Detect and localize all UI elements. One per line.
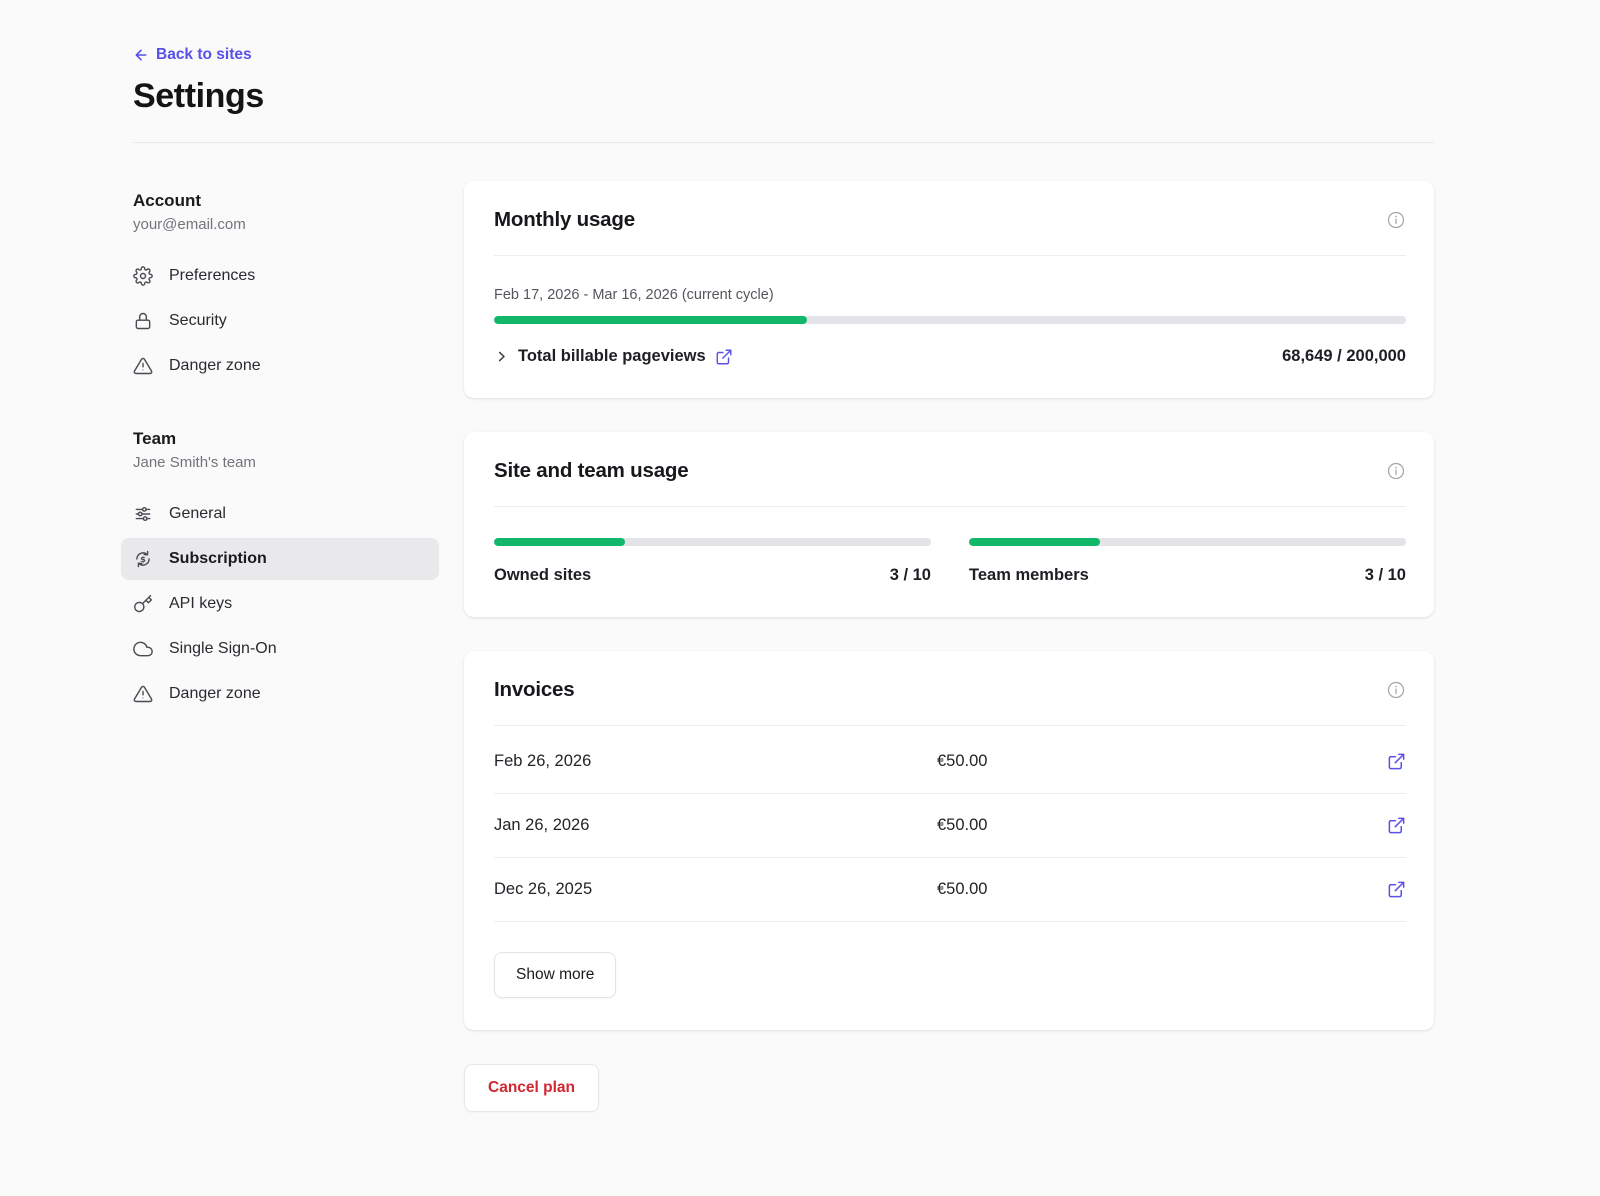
team-name: Jane Smith's team (133, 454, 439, 471)
sidebar-item-security[interactable]: Security (121, 300, 439, 342)
sidebar-item-label: Security (169, 312, 227, 330)
total-billable-pageviews-toggle[interactable]: Total billable pageviews (494, 347, 733, 366)
chevron-right-icon (494, 349, 509, 364)
sidebar-item-general[interactable]: General (121, 493, 439, 535)
key-icon (133, 594, 153, 614)
sidebar-item-label: General (169, 505, 226, 523)
cloud-icon (133, 639, 153, 659)
warning-triangle-icon (133, 684, 153, 704)
invoice-amount: €50.00 (937, 752, 1380, 771)
invoice-row: Dec 26, 2025 €50.00 (494, 858, 1406, 922)
back-link-label: Back to sites (156, 46, 252, 64)
warning-triangle-icon (133, 356, 153, 376)
settings-sidebar: Account your@email.com Preferences Secur… (133, 181, 439, 718)
team-members-meter: Team members 3 / 10 (969, 538, 1406, 585)
sidebar-item-single-sign-on[interactable]: Single Sign-On (121, 628, 439, 670)
svg-text:$: $ (140, 554, 146, 564)
team-heading: Team (133, 429, 439, 449)
sidebar-item-preferences[interactable]: Preferences (121, 255, 439, 297)
show-more-button[interactable]: Show more (494, 952, 616, 998)
account-heading: Account (133, 191, 439, 211)
invoice-date: Jan 26, 2026 (494, 816, 937, 835)
card-divider (494, 255, 1406, 256)
info-icon[interactable] (1386, 680, 1406, 700)
card-divider (494, 725, 1406, 726)
team-members-label: Team members (969, 566, 1089, 585)
sidebar-item-team-danger-zone[interactable]: Danger zone (121, 673, 439, 715)
owned-sites-progress-fill (494, 538, 625, 546)
invoice-external-link[interactable] (1387, 880, 1406, 899)
sidebar-item-account-danger-zone[interactable]: Danger zone (121, 345, 439, 387)
sidebar-item-api-keys[interactable]: API keys (121, 583, 439, 625)
invoice-date: Feb 26, 2026 (494, 752, 937, 771)
site-team-usage-title: Site and team usage (494, 459, 688, 483)
monthly-usage-title: Monthly usage (494, 208, 635, 232)
settings-main: Monthly usage Feb 17, 2026 - Mar 16, 202… (464, 181, 1434, 1112)
invoice-external-link[interactable] (1387, 816, 1406, 835)
sidebar-item-label: Danger zone (169, 685, 261, 703)
invoices-card: Invoices Feb 26, 2026 €50.00 (464, 651, 1434, 1030)
invoice-row: Feb 26, 2026 €50.00 (494, 730, 1406, 794)
billing-cycle-text: Feb 17, 2026 - Mar 16, 2026 (current cyc… (494, 287, 1406, 303)
info-icon[interactable] (1386, 210, 1406, 230)
invoice-date: Dec 26, 2025 (494, 880, 937, 899)
sidebar-item-label: Subscription (169, 550, 267, 568)
sidebar-item-label: Single Sign-On (169, 640, 277, 658)
lock-icon (133, 311, 153, 331)
sidebar-item-label: Preferences (169, 267, 255, 285)
info-icon[interactable] (1386, 461, 1406, 481)
arrow-left-icon (133, 47, 149, 63)
page-title: Settings (133, 77, 1434, 116)
owned-sites-progress-bar (494, 538, 931, 546)
invoices-title: Invoices (494, 678, 574, 702)
sidebar-item-label: Danger zone (169, 357, 261, 375)
pageviews-row-label: Total billable pageviews (518, 347, 706, 366)
owned-sites-meter: Owned sites 3 / 10 (494, 538, 931, 585)
team-members-progress-fill (969, 538, 1100, 546)
pageviews-progress-fill (494, 316, 807, 324)
pageviews-usage-value: 68,649 / 200,000 (1282, 347, 1406, 366)
header-divider (133, 142, 1434, 143)
sidebar-section-account: Account your@email.com Preferences Secur… (133, 191, 439, 387)
invoice-amount: €50.00 (937, 816, 1380, 835)
owned-sites-value: 3 / 10 (890, 566, 931, 585)
sidebar-item-label: API keys (169, 595, 232, 613)
site-team-usage-card: Site and team usage Owned sites 3 / 10 (464, 432, 1434, 617)
team-members-progress-bar (969, 538, 1406, 546)
owned-sites-label: Owned sites (494, 566, 591, 585)
team-members-value: 3 / 10 (1365, 566, 1406, 585)
sidebar-item-subscription[interactable]: $ Subscription (121, 538, 439, 580)
pageviews-progress-bar (494, 316, 1406, 324)
cancel-plan-button[interactable]: Cancel plan (464, 1064, 599, 1112)
pageviews-external-link[interactable] (715, 348, 733, 366)
sidebar-section-team: Team Jane Smith's team General $ Subscri… (133, 429, 439, 715)
gear-icon (133, 266, 153, 286)
invoice-external-link[interactable] (1387, 752, 1406, 771)
dollar-refresh-icon: $ (133, 549, 153, 569)
back-to-sites-link[interactable]: Back to sites (133, 46, 252, 64)
card-divider (494, 506, 1406, 507)
sliders-icon (133, 504, 153, 524)
invoice-row: Jan 26, 2026 €50.00 (494, 794, 1406, 858)
account-email: your@email.com (133, 216, 439, 233)
monthly-usage-card: Monthly usage Feb 17, 2026 - Mar 16, 202… (464, 181, 1434, 398)
invoice-amount: €50.00 (937, 880, 1380, 899)
settings-page: Back to sites Settings Account your@emai… (0, 0, 1600, 1152)
